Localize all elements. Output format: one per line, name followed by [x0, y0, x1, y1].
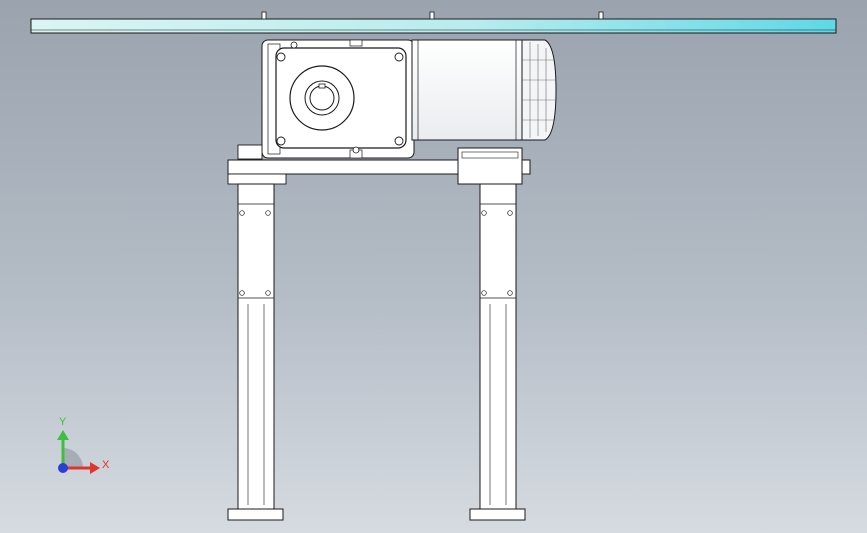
plate-bolt-3 — [598, 11, 604, 20]
z-axis-dot — [58, 463, 68, 473]
x-axis-arrowhead — [90, 462, 100, 474]
x-axis-label: X — [102, 459, 110, 471]
y-axis-label: Y — [59, 416, 67, 428]
left-leg[interactable] — [227, 183, 284, 521]
top-plate[interactable] — [30, 11, 837, 34]
motor[interactable] — [411, 39, 557, 141]
cad-viewport[interactable]: Y X — [0, 0, 867, 533]
plate-bolt-1 — [261, 11, 267, 20]
y-axis-arrowhead — [57, 430, 69, 440]
output-shaft — [289, 65, 355, 131]
assembly-front-view[interactable] — [0, 0, 867, 533]
plate-bolt-2 — [429, 11, 435, 20]
coordinate-triad: Y X — [57, 416, 110, 474]
right-leg[interactable] — [469, 183, 526, 521]
gearbox[interactable] — [261, 39, 415, 159]
